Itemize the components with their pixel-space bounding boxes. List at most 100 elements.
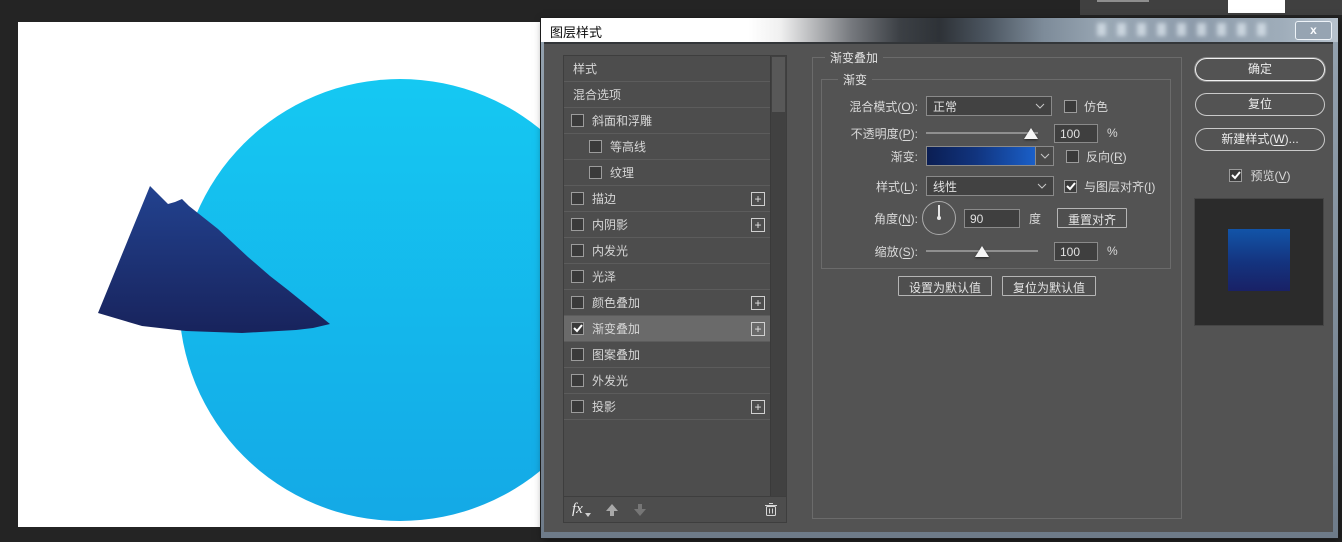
reset-alignment-button[interactable]: 重置对齐 — [1057, 208, 1128, 228]
fx-menu-button[interactable]: fx — [572, 501, 591, 518]
add-effect-icon[interactable]: + — [751, 192, 765, 206]
top-panel-strip — [1080, 0, 1342, 15]
styles-list-item-gradient-overlay[interactable]: 渐变叠加 + — [564, 316, 770, 342]
dialog-titlebar[interactable]: 图层样式 x — [541, 18, 1338, 42]
dither-checkbox[interactable] — [1064, 99, 1077, 113]
gradient-dropdown-button[interactable] — [1035, 147, 1053, 165]
add-effect-icon[interactable]: + — [751, 400, 765, 414]
blend-mode-row: 混合模式(O): 正常 仿色 — [822, 96, 1170, 116]
gradient-label: 渐变: — [890, 149, 918, 164]
document-canvas[interactable] — [18, 22, 621, 527]
slider-thumb[interactable] — [975, 246, 989, 257]
checkbox[interactable] — [571, 400, 584, 413]
styles-list-item-outer-glow[interactable]: 外发光 — [564, 368, 770, 394]
item-label: 渐变叠加 — [592, 322, 641, 336]
item-label: 斜面和浮雕 — [592, 114, 653, 128]
styles-list-item-satin[interactable]: 光泽 — [564, 264, 770, 290]
group-title: 渐变 — [838, 71, 873, 88]
blend-mode-select[interactable]: 正常 — [926, 96, 1052, 116]
scale-label: 缩放(S): — [874, 244, 918, 259]
slider-thumb[interactable] — [1024, 128, 1038, 139]
item-label: 描边 — [592, 192, 617, 206]
styles-list-item-texture[interactable]: 纹理 — [564, 160, 770, 186]
checkbox[interactable] — [571, 114, 584, 127]
styles-list-item-pattern-overlay[interactable]: 图案叠加 — [564, 342, 770, 368]
titlebar-blur-artifacts — [1097, 23, 1266, 36]
styles-list-item-stroke[interactable]: 描边 + — [564, 186, 770, 212]
align-layer-checkbox-group[interactable]: 与图层对齐(I) — [1064, 178, 1155, 195]
scale-slider[interactable] — [926, 241, 1038, 261]
reset-to-default-button[interactable]: 复位为默认值 — [1002, 276, 1097, 296]
gradient-picker[interactable] — [926, 146, 1054, 166]
checkbox[interactable] — [589, 166, 602, 179]
opacity-label: 不透明度(P): — [850, 126, 918, 141]
angle-unit: 度 — [1029, 211, 1042, 226]
chevron-down-icon — [1040, 153, 1049, 159]
item-label: 内发光 — [592, 244, 629, 258]
gradient-style-value: 线性 — [933, 179, 958, 194]
move-effect-up-button[interactable] — [605, 503, 619, 517]
ok-button[interactable]: 确定 — [1195, 58, 1325, 81]
styles-list-item-styles[interactable]: 样式 — [564, 56, 770, 82]
gradient-group: 渐变 混合模式(O): 正常 仿色 不透明度(P): 100 % 渐变: 反向(… — [821, 71, 1171, 269]
checkbox[interactable] — [571, 244, 584, 257]
scrollbar-thumb[interactable] — [772, 57, 785, 112]
styles-list-item-color-overlay[interactable]: 颜色叠加 + — [564, 290, 770, 316]
reset-button[interactable]: 复位 — [1195, 93, 1325, 116]
blend-mode-value: 正常 — [933, 99, 958, 114]
styles-list-item-drop-shadow[interactable]: 投影 + — [564, 394, 770, 420]
close-icon[interactable]: x — [1295, 21, 1332, 40]
checkbox[interactable] — [571, 218, 584, 231]
styles-list-item-inner-glow[interactable]: 内发光 — [564, 238, 770, 264]
defaults-buttons-row: 设置为默认值 复位为默认值 — [813, 276, 1181, 296]
styles-list-item-blending-options[interactable]: 混合选项 — [564, 82, 770, 108]
item-label: 等高线 — [610, 140, 647, 154]
dialog-body: 样式 混合选项 斜面和浮雕 等高线 纹理 描边 + 内阴影 + 内发光 光泽 颜… — [544, 42, 1333, 532]
styles-list-scrollbar[interactable] — [770, 56, 786, 496]
checkbox[interactable] — [571, 270, 584, 283]
styles-list-item-bevel-emboss[interactable]: 斜面和浮雕 — [564, 108, 770, 134]
check-icon — [572, 324, 583, 333]
align-layer-checkbox-checked[interactable] — [1064, 179, 1077, 193]
scale-value-field[interactable]: 100 — [1054, 241, 1098, 261]
new-style-button[interactable]: 新建样式(W)... — [1195, 128, 1325, 151]
preview-checkbox-checked[interactable] — [1229, 169, 1243, 182]
angle-row: 角度(N): 90 度 重置对齐 — [822, 201, 1170, 235]
reverse-checkbox-group[interactable]: 反向(R) — [1066, 148, 1127, 165]
panel-divider — [1097, 0, 1149, 2]
checkbox[interactable] — [571, 192, 584, 205]
angle-dial[interactable] — [922, 201, 956, 235]
layer-style-dialog: 图层样式 x 样式 混合选项 斜面和浮雕 等高线 纹理 描边 + 内阴影 + 内… — [541, 18, 1338, 538]
dither-checkbox-group[interactable]: 仿色 — [1064, 98, 1108, 115]
move-effect-down-button[interactable] — [633, 503, 647, 517]
blend-mode-label: 混合模式(O): — [849, 99, 918, 114]
checkbox[interactable] — [589, 140, 602, 153]
item-label: 混合选项 — [573, 88, 622, 102]
gradient-overlay-panel: 渐变叠加 渐变 混合模式(O): 正常 仿色 不透明度(P): 100 % 渐变… — [812, 49, 1182, 519]
angle-hub — [937, 216, 941, 220]
delete-effect-button[interactable] — [764, 502, 778, 517]
angle-value-field[interactable]: 90 — [964, 208, 1020, 228]
opacity-slider[interactable] — [926, 123, 1038, 143]
add-effect-icon[interactable]: + — [751, 296, 765, 310]
checkbox[interactable] — [571, 348, 584, 361]
styles-list-item-inner-shadow[interactable]: 内阴影 + — [564, 212, 770, 238]
item-label: 图案叠加 — [592, 348, 641, 362]
reverse-checkbox[interactable] — [1066, 149, 1079, 163]
checkbox[interactable] — [571, 374, 584, 387]
check-icon — [1065, 181, 1076, 190]
gradient-preview[interactable] — [927, 147, 1035, 165]
opacity-value-field[interactable]: 100 — [1054, 123, 1098, 143]
checkbox[interactable] — [571, 296, 584, 309]
scale-unit: % — [1107, 244, 1118, 258]
fx-dropdown-triangle-icon — [584, 513, 591, 517]
item-label: 外发光 — [592, 374, 629, 388]
gradient-style-select[interactable]: 线性 — [926, 176, 1054, 196]
add-effect-icon[interactable]: + — [751, 218, 765, 232]
make-default-button[interactable]: 设置为默认值 — [897, 276, 992, 296]
styles-list-item-contour[interactable]: 等高线 — [564, 134, 770, 160]
checkbox-checked[interactable] — [571, 322, 584, 335]
item-label: 投影 — [592, 400, 617, 414]
preview-checkbox-group[interactable]: 预览(V) — [1194, 167, 1326, 184]
add-effect-icon[interactable]: + — [751, 322, 765, 336]
